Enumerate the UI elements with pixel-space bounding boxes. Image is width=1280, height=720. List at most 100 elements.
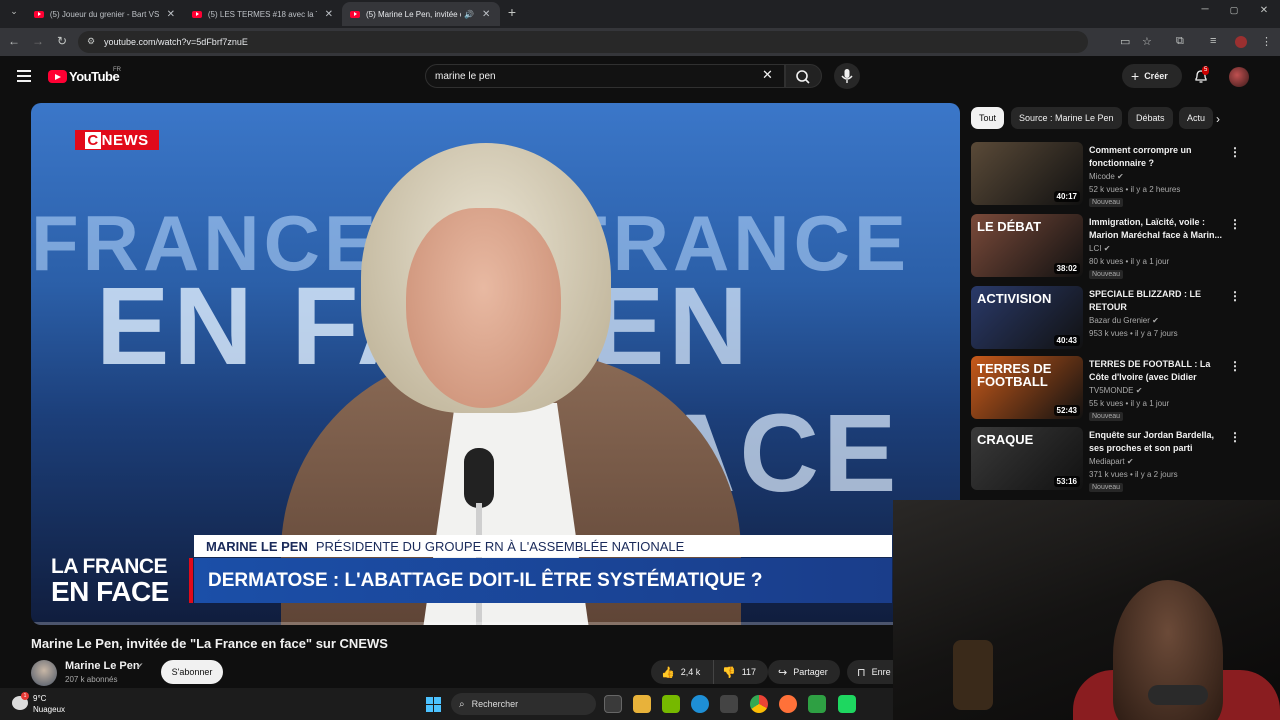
video-thumbnail[interactable]: CRAQUE 53:16 [971, 427, 1083, 490]
recommendation-title[interactable]: TERRES DE FOOTBALL : La Côte d'Ivoire (a… [1089, 358, 1227, 384]
new-badge: Nouveau [1089, 198, 1124, 207]
recommendation-title[interactable]: SPECIALE BLIZZARD : LE RETOUR [1089, 288, 1227, 314]
extensions-icon[interactable]: ⧉ [1176, 35, 1184, 48]
search-button[interactable] [785, 64, 822, 88]
chip-source[interactable]: Source : Marine Le Pen [1011, 107, 1122, 129]
view-count: 80 k vues [1089, 257, 1124, 266]
like-button[interactable]: 👍 2,4 k [651, 660, 713, 684]
browser-tab-active[interactable]: (5) Marine Le Pen, invitée de 🔊 ✕ [342, 2, 500, 26]
minimize-icon[interactable]: ─ [1197, 4, 1213, 15]
spotify-icon[interactable] [838, 695, 856, 713]
notification-badge: 5 [1202, 66, 1210, 75]
bookmark-star-icon[interactable]: ☆ [1142, 35, 1152, 48]
video-thumbnail[interactable]: LE DÉBAT 38:02 [971, 214, 1083, 277]
dislike-button[interactable]: 👎 117 [713, 660, 768, 684]
channel-name[interactable]: Marine Le Pen [65, 660, 140, 672]
subscribe-button[interactable]: S'abonner [161, 660, 223, 684]
weather-temperature[interactable]: 9°C [33, 694, 46, 703]
browser-tab[interactable]: (5) Joueur du grenier - Bart VS ✕ [26, 2, 183, 26]
chrome-menu-icon[interactable]: ⋮ [1261, 35, 1272, 48]
streamer-microphone [1148, 685, 1208, 705]
firefox-icon[interactable] [779, 695, 797, 713]
recommendation-channel[interactable]: LCI ✔ [1089, 244, 1110, 253]
video-player[interactable]: FRANCE EN FA FRANCE EN FACE C NEWS LA FR… [31, 103, 960, 625]
recommendation-channel[interactable]: Mediapart ✔ [1089, 457, 1134, 466]
recommendation-item[interactable]: ACTIVISION 40:43 SPECIALE BLIZZARD : LE RE… [971, 286, 1241, 350]
windows-start-icon[interactable] [426, 697, 441, 712]
video-thumbnail[interactable]: TERRES DE FOOTBALL 52:43 [971, 356, 1083, 419]
channel-name: LCI [1089, 244, 1102, 253]
youtube-wordmark[interactable]: YouTube [69, 69, 120, 84]
separator: • [1125, 257, 1129, 266]
menu-icon[interactable] [17, 70, 31, 82]
recommendation-channel[interactable]: Micode ✔ [1089, 172, 1124, 181]
like-dislike-group: 👍 2,4 k 👎 117 [651, 660, 768, 684]
bookmark-icon: ⊓ [857, 666, 866, 679]
recommendation-title[interactable]: Enquête sur Jordan Bardella, ses proches… [1089, 429, 1227, 455]
recommendation-item[interactable]: TERRES DE FOOTBALL 52:43 TERRES DE FOOTBAL… [971, 356, 1241, 421]
edge-icon[interactable] [691, 695, 709, 713]
more-options-icon[interactable]: ⋮ [1229, 359, 1241, 373]
back-icon[interactable]: ← [6, 34, 22, 48]
chrome-icon[interactable] [750, 695, 768, 713]
search-input[interactable]: marine le pen [425, 64, 785, 88]
task-view-icon[interactable] [604, 695, 622, 713]
recommendation-channel[interactable]: TV5MONDE ✔ [1089, 386, 1142, 395]
forward-icon[interactable]: → [30, 34, 46, 48]
reload-icon[interactable]: ↻ [54, 34, 70, 48]
recommendation-title[interactable]: Immigration, Laïcité, voile : Marion Mar… [1089, 216, 1227, 242]
separator: • [1129, 470, 1133, 479]
install-app-icon[interactable]: ▭ [1120, 35, 1130, 48]
separator: • [1125, 399, 1129, 408]
recommendation-channel[interactable]: Bazar du Grenier ✔ [1089, 316, 1159, 325]
close-window-icon[interactable]: ✕ [1256, 5, 1272, 16]
chevron-right-icon[interactable]: › [1216, 112, 1220, 126]
browser-tab[interactable]: (5) LES TERMES #18 avec la Tea ✕ [184, 2, 341, 26]
profile-avatar-icon[interactable] [1235, 36, 1247, 48]
microsoft-store-icon[interactable] [720, 695, 738, 713]
more-options-icon[interactable]: ⋮ [1229, 145, 1241, 159]
recommendation-title[interactable]: Comment corrompre un fonctionnaire ? [1089, 144, 1227, 170]
account-avatar[interactable] [1229, 67, 1249, 87]
site-info-icon[interactable]: ⚙ [87, 36, 95, 47]
tab-close-icon[interactable]: ✕ [167, 9, 175, 20]
weather-description[interactable]: Nuageux [33, 705, 65, 714]
chip-all[interactable]: Tout [971, 107, 1005, 129]
recommendation-item[interactable]: LE DÉBAT 38:02 Immigration, Laïcité, voile… [971, 214, 1241, 279]
tab-close-icon[interactable]: ✕ [325, 9, 333, 20]
recommendation-item[interactable]: CRAQUE 53:16 Enquête sur Jordan Bardella, … [971, 427, 1241, 492]
guest-role: PRÉSIDENTE DU GROUPE RN À L'ASSEMBLÉE NA… [315, 538, 685, 554]
maximize-icon[interactable]: ▢ [1226, 5, 1242, 16]
more-options-icon[interactable]: ⋮ [1229, 289, 1241, 303]
tab-search-icon[interactable]: ⌄ [6, 6, 22, 17]
share-button[interactable]: ↪ Partager [768, 660, 840, 684]
xbox-icon[interactable] [808, 695, 826, 713]
create-button[interactable]: + Créer [1122, 64, 1182, 88]
voice-search-button[interactable] [834, 63, 860, 89]
media-control-icon[interactable]: ≡ [1210, 35, 1216, 47]
more-options-icon[interactable]: ⋮ [1229, 217, 1241, 231]
video-thumbnail[interactable]: ACTIVISION 40:43 [971, 286, 1083, 349]
chip-debates[interactable]: Débats [1128, 107, 1173, 129]
more-options-icon[interactable]: ⋮ [1229, 430, 1241, 444]
video-progress-bar[interactable] [31, 622, 960, 625]
chip-news[interactable]: Actu [1179, 107, 1214, 129]
youtube-logo-icon[interactable] [48, 70, 67, 83]
taskbar-search[interactable]: ⌕ Rechercher [451, 693, 596, 715]
recommendation-item[interactable]: 40:17 Comment corrompre un fonctionnaire … [971, 142, 1241, 207]
clear-search-icon[interactable]: ✕ [762, 67, 773, 83]
channel-avatar[interactable] [31, 660, 57, 686]
video-duration: 40:17 [1053, 191, 1080, 202]
new-badge: Nouveau [1089, 412, 1124, 421]
new-tab-button[interactable]: + [504, 4, 520, 20]
audio-playing-icon[interactable]: 🔊 [464, 10, 474, 19]
address-bar[interactable]: ⚙ youtube.com/watch?v=5dFbrf7znuE [78, 31, 1088, 53]
tab-close-icon[interactable]: ✕ [482, 9, 490, 20]
file-explorer-icon[interactable] [633, 695, 651, 713]
save-label: Enre [871, 667, 891, 677]
studio-microphone [464, 448, 494, 508]
video-thumbnail[interactable]: 40:17 [971, 142, 1083, 205]
plus-icon: + [1131, 68, 1140, 84]
thumbs-down-icon: 👎 [722, 666, 736, 679]
nvidia-icon[interactable] [662, 695, 680, 713]
